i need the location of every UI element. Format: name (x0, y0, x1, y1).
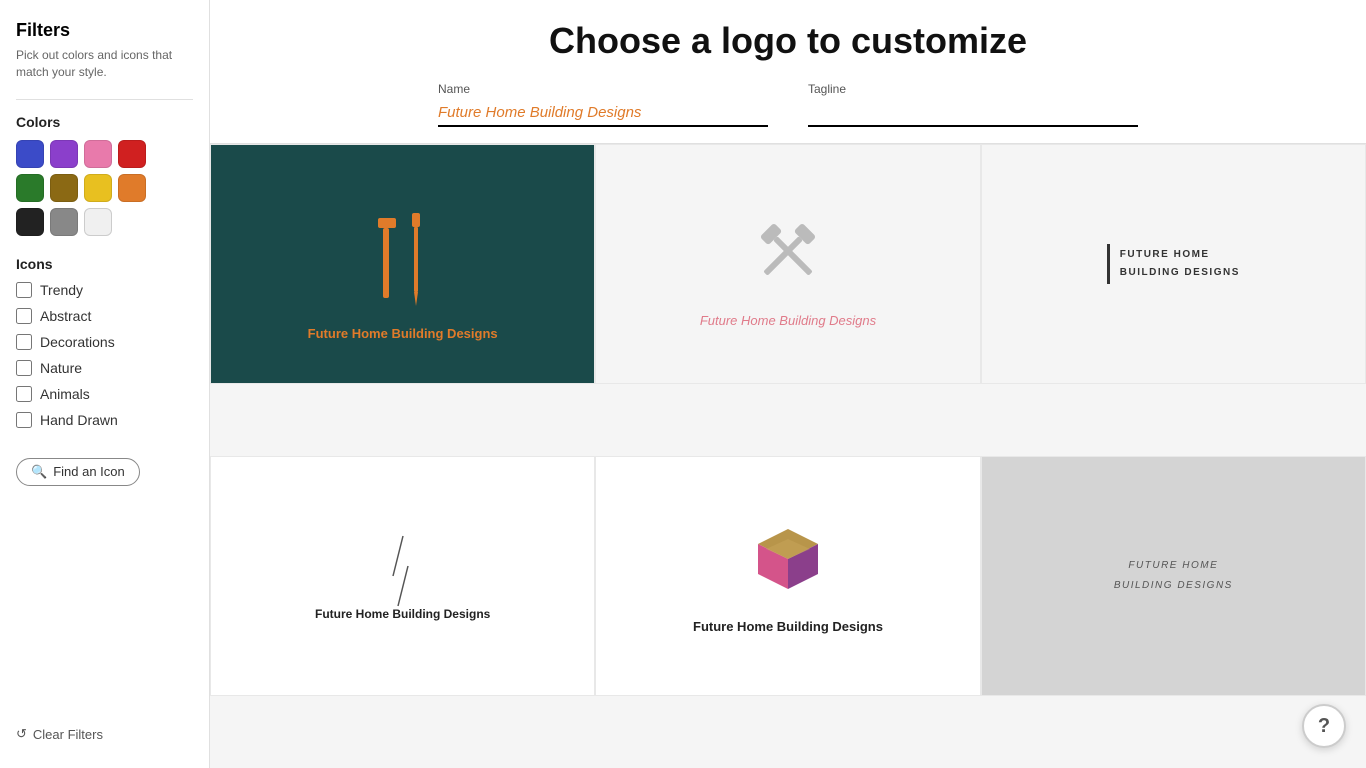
icon-label-trendy: Trendy (40, 282, 83, 298)
find-icon-button[interactable]: 🔍 Find an Icon (16, 458, 140, 486)
logo-card-5[interactable]: Future Home Building Designs (595, 456, 980, 696)
name-input-group: Name (438, 82, 768, 127)
logo-grid: Future Home Building Designs (210, 144, 1366, 768)
header: Choose a logo to customize Name Tagline (210, 0, 1366, 144)
name-label: Name (438, 82, 768, 96)
main-content: Choose a logo to customize Name Tagline (210, 0, 1366, 768)
logo4-company-name: Future Home Building Designs (315, 607, 490, 621)
checkbox-trendy[interactable] (16, 282, 32, 298)
sidebar: Filters Pick out colors and icons that m… (0, 0, 210, 768)
color-swatch-olive[interactable] (50, 174, 78, 202)
help-button[interactable]: ? (1302, 704, 1346, 748)
logo3-bar (1107, 244, 1110, 284)
color-swatch-black[interactable] (16, 208, 44, 236)
search-icon: 🔍 (31, 464, 47, 480)
color-swatch-white[interactable] (84, 208, 112, 236)
icon-category-hand-drawn[interactable]: Hand Drawn (16, 412, 193, 428)
color-swatch-green[interactable] (16, 174, 44, 202)
logo3-content: Future HomeBuilding Designs (1107, 244, 1240, 284)
logo5-company-name: Future Home Building Designs (693, 619, 883, 634)
checkbox-hand-drawn[interactable] (16, 412, 32, 428)
logo5-content: Future Home Building Designs (693, 519, 883, 634)
tagline-input[interactable] (808, 100, 1138, 127)
cube-svg-icon (738, 519, 838, 609)
logo1-content: Future Home Building Designs (308, 188, 498, 341)
icon-label-decorations: Decorations (40, 334, 115, 350)
logo-card-3[interactable]: Future HomeBuilding Designs (981, 144, 1366, 384)
sidebar-subtitle: Pick out colors and icons that match you… (16, 47, 193, 81)
logo2-company-name: Future Home Building Designs (700, 313, 876, 328)
tagline-label: Tagline (808, 82, 1138, 96)
find-icon-label: Find an Icon (53, 464, 125, 479)
logo2-content: Future Home Building Designs (700, 201, 876, 328)
clear-filters-button[interactable]: ↺ Clear Filters (16, 720, 193, 748)
logo3-company-name: Future HomeBuilding Designs (1120, 246, 1240, 282)
color-swatch-yellow[interactable] (84, 174, 112, 202)
name-input[interactable] (438, 100, 768, 127)
icon-label-hand-drawn: Hand Drawn (40, 412, 118, 428)
icon-label-nature: Nature (40, 360, 82, 376)
sidebar-title: Filters (16, 20, 193, 41)
icon-label-abstract: Abstract (40, 308, 91, 324)
page-title: Choose a logo to customize (250, 20, 1326, 62)
color-swatch-red[interactable] (118, 140, 146, 168)
logo-card-4[interactable]: Future Home Building Designs (210, 456, 595, 696)
color-swatch-pink[interactable] (84, 140, 112, 168)
logo-card-1[interactable]: Future Home Building Designs (210, 144, 595, 384)
logo-card-6[interactable]: Future HomeBuilding Designs (981, 456, 1366, 696)
slash-svg-icon (373, 531, 433, 611)
tools-svg-icon (348, 188, 458, 318)
colors-label: Colors (16, 114, 193, 130)
icon-category-trendy[interactable]: Trendy (16, 282, 193, 298)
logo4-content: Future Home Building Designs (315, 531, 490, 621)
color-swatch-blue[interactable] (16, 140, 44, 168)
tagline-input-group: Tagline (808, 82, 1138, 127)
logo-card-2[interactable]: Future Home Building Designs (595, 144, 980, 384)
checkbox-nature[interactable] (16, 360, 32, 376)
checkbox-abstract[interactable] (16, 308, 32, 324)
logo6-content: Future HomeBuilding Designs (1114, 556, 1233, 596)
icons-section: Trendy Abstract Decorations Nature Anima… (16, 282, 193, 438)
checkbox-animals[interactable] (16, 386, 32, 402)
icons-label: Icons (16, 256, 193, 272)
logo1-company-name: Future Home Building Designs (308, 326, 498, 341)
clear-filters-label: Clear Filters (33, 727, 103, 742)
icon-category-nature[interactable]: Nature (16, 360, 193, 376)
icon-category-animals[interactable]: Animals (16, 386, 193, 402)
icon-label-animals: Animals (40, 386, 90, 402)
color-swatch-orange[interactable] (118, 174, 146, 202)
checkbox-decorations[interactable] (16, 334, 32, 350)
logo6-company-name: Future HomeBuilding Designs (1114, 556, 1233, 596)
icon-category-abstract[interactable]: Abstract (16, 308, 193, 324)
name-tagline-row: Name Tagline (438, 82, 1138, 127)
color-grid (16, 140, 193, 236)
crossed-tools-svg-icon (728, 201, 848, 301)
refresh-icon: ↺ (16, 726, 27, 742)
icon-category-decorations[interactable]: Decorations (16, 334, 193, 350)
color-swatch-gray[interactable] (50, 208, 78, 236)
color-swatch-purple[interactable] (50, 140, 78, 168)
